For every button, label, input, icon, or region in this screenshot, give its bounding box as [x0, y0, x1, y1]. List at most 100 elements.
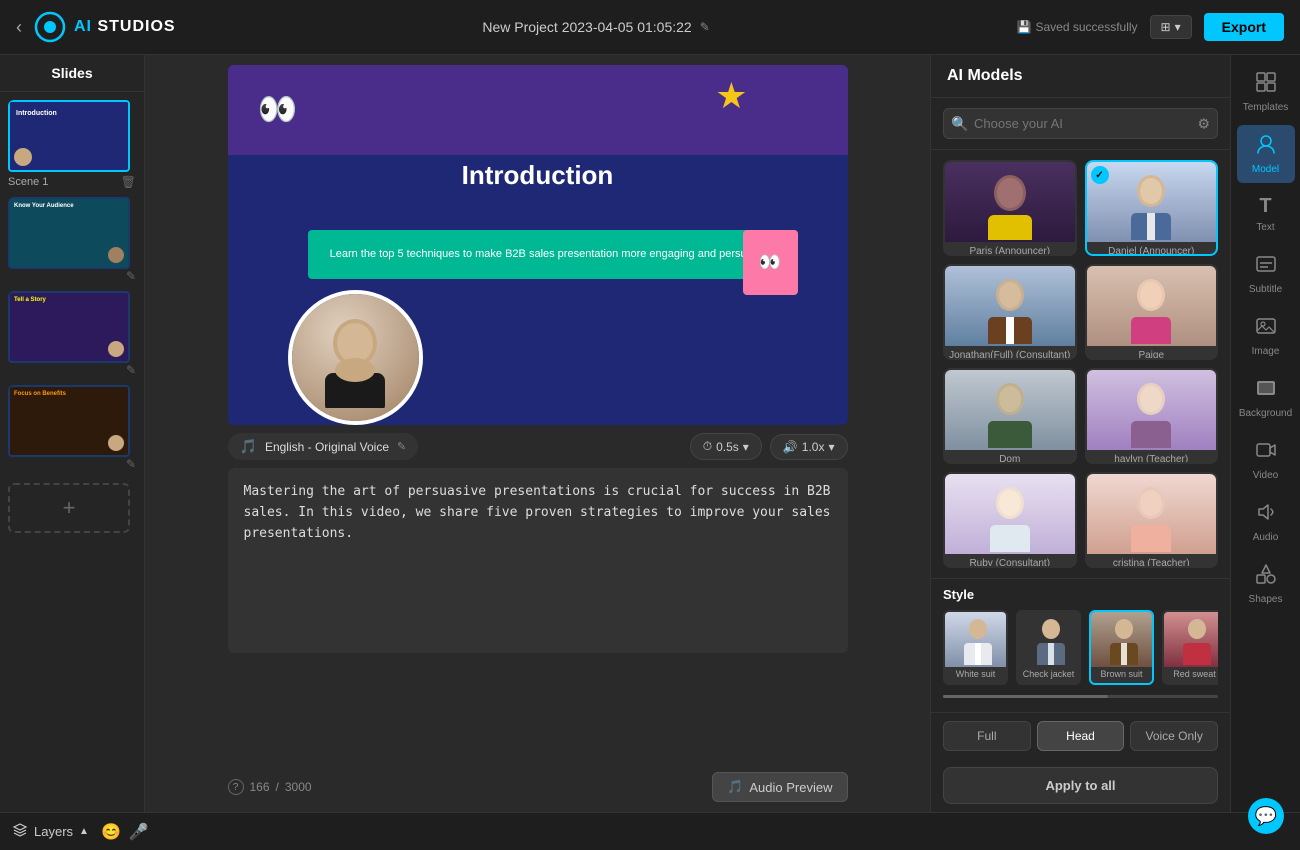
style-label-white-suit: White suit: [945, 667, 1006, 683]
script-editor[interactable]: Mastering the art of persuasive presenta…: [228, 468, 848, 653]
model-card-ruby[interactable]: Ruby (Consultant): [943, 472, 1077, 568]
slide-delete-1[interactable]: 🗑: [121, 175, 136, 189]
apply-to-all-button[interactable]: Apply to all: [943, 767, 1218, 804]
model-card-dom[interactable]: Dom: [943, 368, 1077, 464]
slide-item-3[interactable]: Tell a Story ✎: [8, 291, 136, 377]
help-icon[interactable]: ?: [228, 779, 244, 795]
shapes-icon: [1255, 563, 1277, 590]
bottom-bar: Layers ▲ 😊 🎤: [0, 812, 1300, 850]
avatar-placeholder: [292, 294, 419, 421]
timing-button[interactable]: ⏱ 0.5s ▾: [690, 433, 762, 460]
save-icon: 💾: [1017, 20, 1032, 34]
slide-item-1[interactable]: Introduction Scene 1 🗑: [8, 100, 136, 189]
slides-header: Slides: [0, 55, 144, 92]
view-button[interactable]: ⊞ ▾: [1150, 15, 1192, 39]
search-icon: 🔍: [951, 115, 968, 132]
position-tab-voice-only[interactable]: Voice Only: [1130, 721, 1218, 751]
tool-video[interactable]: Video: [1237, 431, 1295, 489]
saved-status: 💾 Saved successfully: [1017, 20, 1138, 34]
slide-thumb-4: Focus on Benefits: [8, 385, 130, 457]
layers-button[interactable]: Layers ▲: [12, 822, 89, 841]
style-card-brown-suit[interactable]: Brown suit: [1089, 610, 1154, 685]
ai-panel-header: AI Models: [931, 55, 1230, 98]
model-image-cristina: [1087, 474, 1217, 554]
chat-bubble-button[interactable]: 💬: [1248, 798, 1284, 834]
saved-label: Saved successfully: [1036, 20, 1138, 34]
tool-audio[interactable]: Audio: [1237, 493, 1295, 551]
style-label-check-jacket: Check jacket: [1018, 667, 1079, 683]
topbar-left: ‹ AI STUDIOS: [16, 11, 176, 43]
tool-model[interactable]: Model: [1237, 125, 1295, 183]
model-label-paige: Paige: [1087, 346, 1217, 360]
style-section: Style White suit Check jacket: [931, 578, 1230, 712]
slide-delete-4[interactable]: ✎: [126, 457, 136, 471]
model-image-paige: [1087, 266, 1217, 346]
style-img-check-jacket: [1018, 612, 1081, 667]
model-card-jonathan[interactable]: Jonathan(Full) (Consultant): [943, 264, 1077, 360]
video-label: Video: [1253, 470, 1278, 481]
model-card-cristina[interactable]: cristina (Teacher): [1085, 472, 1219, 568]
style-card-red-sweat[interactable]: Red sweat: [1162, 610, 1218, 685]
model-card-paige[interactable]: Paige: [1085, 264, 1219, 360]
templates-label: Templates: [1243, 102, 1289, 113]
audio-tool-label: Audio: [1253, 532, 1279, 543]
layers-label: Layers: [34, 824, 73, 839]
slide-label-1: Scene 1 🗑: [8, 175, 136, 189]
ai-search-input[interactable]: [943, 108, 1218, 139]
position-tab-head[interactable]: Head: [1037, 721, 1125, 751]
tool-templates[interactable]: Templates: [1237, 63, 1295, 121]
slide-pink-box: 👀: [743, 230, 798, 295]
ai-models-grid: Paris (Announcer) ✓ Daniel (Announcer) J…: [931, 150, 1230, 578]
audio-preview-button[interactable]: 🎵 Audio Preview: [712, 772, 847, 802]
background-icon: [1255, 377, 1277, 404]
voice-label: English - Original Voice: [265, 440, 389, 454]
slide-item-2[interactable]: Know Your Audience ✎: [8, 197, 136, 283]
back-button[interactable]: ‹: [16, 17, 22, 38]
char-max: 3000: [285, 780, 312, 794]
position-tab-full[interactable]: Full: [943, 721, 1031, 751]
voice-edit-icon: ✎: [397, 440, 406, 453]
apply-btn-wrapper: Apply to all: [931, 759, 1230, 812]
tool-image[interactable]: Image: [1237, 307, 1295, 365]
view-arrow: ▾: [1175, 20, 1181, 34]
edit-title-icon[interactable]: ✎: [700, 20, 710, 34]
style-card-check-jacket[interactable]: Check jacket: [1016, 610, 1081, 685]
export-button[interactable]: Export: [1204, 13, 1284, 41]
tool-shapes[interactable]: Shapes: [1237, 555, 1295, 613]
voice-selector[interactable]: 🎵 English - Original Voice ✎: [228, 433, 419, 460]
emoji-face-button[interactable]: 😊: [101, 822, 121, 842]
tool-background[interactable]: Background: [1237, 369, 1295, 427]
tool-text[interactable]: T Text: [1237, 187, 1295, 241]
model-label-dom: Dom: [945, 450, 1075, 464]
model-card-paris[interactable]: Paris (Announcer): [943, 160, 1077, 256]
slide-title-text: Introduction: [228, 160, 848, 191]
style-card-white-suit[interactable]: White suit: [943, 610, 1008, 685]
model-card-haylyn[interactable]: haylyn (Teacher): [1085, 368, 1219, 464]
project-title: New Project 2023-04-05 01:05:22: [482, 19, 691, 35]
style-label-brown-suit: Brown suit: [1091, 667, 1152, 683]
speed-button[interactable]: 🔊 1.0x ▾: [770, 434, 848, 460]
emoji-mic-button[interactable]: 🎤: [129, 822, 149, 842]
slides-list: Introduction Scene 1 🗑 Know Your Audienc…: [0, 92, 144, 812]
model-label-daniel: Daniel (Announcer): [1087, 242, 1217, 256]
model-card-daniel[interactable]: ✓ Daniel (Announcer): [1085, 160, 1219, 256]
model-image-paris: [945, 162, 1075, 242]
char-separator: /: [276, 780, 279, 794]
slide-avatar: [288, 290, 423, 425]
background-label: Background: [1239, 408, 1292, 419]
filter-icon[interactable]: ⚙: [1197, 115, 1210, 132]
timing-controls: ⏱ 0.5s ▾ 🔊 1.0x ▾: [690, 433, 848, 460]
style-label-red-sweat: Red sweat: [1164, 667, 1218, 683]
add-slide-button[interactable]: +: [8, 483, 130, 533]
pink-box-emoji: 👀: [759, 252, 781, 273]
slide-delete-2[interactable]: ✎: [126, 269, 136, 283]
topbar: ‹ AI STUDIOS New Project 2023-04-05 01:0…: [0, 0, 1300, 55]
slide-item-4[interactable]: Focus on Benefits ✎: [8, 385, 136, 471]
speed-value: 1.0x: [802, 440, 825, 454]
avatar-svg: [315, 308, 395, 408]
slide-delete-3[interactable]: ✎: [126, 363, 136, 377]
style-img-white-suit: [945, 612, 1008, 667]
text-icon: T: [1259, 195, 1271, 218]
audio-icon: 🎵: [727, 779, 743, 795]
tool-subtitle[interactable]: Subtitle: [1237, 245, 1295, 303]
